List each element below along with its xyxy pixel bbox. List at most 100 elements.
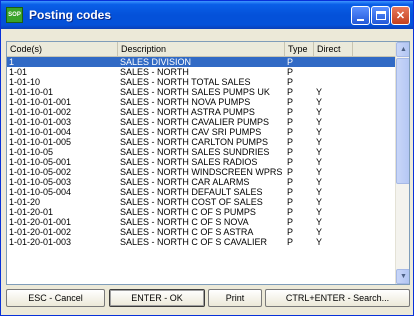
- cancel-button[interactable]: ESC - Cancel: [6, 289, 105, 307]
- direct-cell: Y: [316, 87, 323, 97]
- code-cell: 1-01: [9, 67, 28, 77]
- direct-cell: Y: [316, 237, 323, 247]
- vertical-scrollbar[interactable]: ▲ ▼: [395, 42, 409, 284]
- table-row[interactable]: 1-01-10-01 SALES - NORTH SALES PUMPS UK P Y: [7, 87, 395, 97]
- table-row-selected[interactable]: 1 SALES DIVISION P: [7, 57, 395, 67]
- direct-cell: Y: [316, 227, 323, 237]
- table-row[interactable]: 1-01-10-01-003 SALES - NORTH CAVALIER PUM…: [7, 117, 395, 127]
- scroll-up-button[interactable]: ▲: [396, 42, 409, 57]
- direct-cell: [314, 67, 353, 77]
- type-cell: P: [287, 97, 294, 107]
- code-cell: 1-01-10-05-002: [9, 167, 72, 177]
- window-title: Posting codes: [29, 8, 112, 22]
- row-filler: [353, 87, 395, 97]
- table-row[interactable]: 1-01-10-05-004 SALES - NORTH DEFAULT SALE…: [7, 187, 395, 197]
- column-header-type[interactable]: Type: [285, 42, 314, 57]
- description-cell: SALES - NORTH CARLTON PUMPS: [120, 137, 269, 147]
- maximize-button[interactable]: [371, 6, 390, 25]
- ok-button[interactable]: ENTER - OK: [109, 289, 205, 307]
- description-cell: SALES - NORTH CAVALIER PUMPS: [120, 117, 270, 127]
- scroll-down-button[interactable]: ▼: [396, 269, 409, 284]
- row-filler: [353, 227, 395, 237]
- column-header-codes[interactable]: Code(s): [7, 42, 118, 57]
- column-header-description[interactable]: Description: [118, 42, 285, 57]
- description-cell: SALES - NORTH CAR ALARMS: [120, 177, 250, 187]
- table-row[interactable]: 1-01-10-05 SALES - NORTH SALES SUNDRIES P Y: [7, 147, 395, 157]
- type-cell: P: [287, 217, 294, 227]
- description-cell: SALES - NORTH C OF S ASTRA: [120, 227, 254, 237]
- list-header: Code(s) Description Type Direct: [7, 42, 395, 57]
- direct-cell: Y: [316, 127, 323, 137]
- search-button[interactable]: CTRL+ENTER - Search...: [265, 289, 410, 307]
- chevron-up-icon: ▲: [400, 46, 407, 53]
- close-button[interactable]: ✕: [391, 6, 410, 25]
- row-filler: [353, 107, 395, 117]
- direct-cell: Y: [316, 177, 323, 187]
- row-filler: [353, 177, 395, 187]
- direct-cell: Y: [316, 187, 323, 197]
- table-row[interactable]: 1-01-10-01-002 SALES - NORTH ASTRA PUMPS P…: [7, 107, 395, 117]
- type-cell: P: [287, 177, 294, 187]
- description-cell: SALES - NORTH TOTAL SALES: [120, 77, 251, 87]
- code-cell: 1-01-10-01-004: [9, 127, 72, 137]
- posting-codes-window: SOP Posting codes ✕ Code(s) Description …: [0, 0, 414, 316]
- direct-cell: Y: [316, 137, 323, 147]
- code-cell: 1-01-10-01-003: [9, 117, 72, 127]
- type-cell: P: [287, 167, 294, 177]
- table-row[interactable]: 1-01-10-01-005 SALES - NORTH CARLTON PUMP…: [7, 137, 395, 147]
- table-row[interactable]: 1-01 SALES - NORTH P: [7, 67, 395, 77]
- table-row[interactable]: 1-01-10-05-003 SALES - NORTH CAR ALARMS P Y: [7, 177, 395, 187]
- table-row[interactable]: 1-01-10-05-002 SALES - NORTH WINDSCREEN W…: [7, 167, 395, 177]
- code-cell: 1-01-10-01-001: [9, 97, 72, 107]
- code-cell: 1-01-10-05: [9, 147, 54, 157]
- row-filler: [353, 57, 395, 67]
- row-filler: [353, 207, 395, 217]
- column-header-filler: [353, 42, 395, 57]
- list-rows: 1 SALES DIVISION P 1-01 SALES - NORTH P 1-01-1…: [7, 57, 395, 247]
- row-filler: [353, 97, 395, 107]
- minimize-icon: [357, 18, 364, 21]
- table-row[interactable]: 1-01-20-01-001 SALES - NORTH C OF S NOVA P…: [7, 217, 395, 227]
- column-header-direct[interactable]: Direct: [314, 42, 353, 57]
- code-cell: 1-01-20: [9, 197, 41, 207]
- minimize-button[interactable]: [351, 6, 370, 25]
- table-row[interactable]: 1-01-10 SALES - NORTH TOTAL SALES P: [7, 77, 395, 87]
- row-filler: [353, 187, 395, 197]
- code-cell: 1-01-10-01-005: [9, 137, 72, 147]
- app-icon: SOP: [6, 7, 23, 23]
- table-row[interactable]: 1-01-20-01-002 SALES - NORTH C OF S ASTRA…: [7, 227, 395, 237]
- table-row[interactable]: 1-01-20-01 SALES - NORTH C OF S PUMPS P Y: [7, 207, 395, 217]
- row-filler: [353, 147, 395, 157]
- description-cell: SALES - NORTH NOVA PUMPS: [120, 97, 251, 107]
- posting-codes-list[interactable]: Code(s) Description Type Direct 1 SALES D…: [6, 41, 410, 285]
- type-cell: P: [287, 87, 294, 97]
- table-row[interactable]: 1-01-10-01-001 SALES - NORTH NOVA PUMPS P Y: [7, 97, 395, 107]
- code-cell: 1: [9, 57, 15, 67]
- type-cell: P: [287, 107, 294, 117]
- direct-cell: Y: [316, 107, 323, 117]
- description-cell: SALES - NORTH ASTRA PUMPS: [120, 107, 255, 117]
- direct-cell: Y: [316, 197, 323, 207]
- direct-cell: Y: [316, 217, 323, 227]
- row-filler: [353, 217, 395, 227]
- code-cell: 1-01-10-05-001: [9, 157, 72, 167]
- row-filler: [353, 137, 395, 147]
- table-row[interactable]: 1-01-10-05-001 SALES - NORTH SALES RADIOS…: [7, 157, 395, 167]
- description-cell: SALES - NORTH C OF S CAVALIER: [120, 237, 268, 247]
- table-row[interactable]: 1-01-10-01-004 SALES - NORTH CAV SRI PUMP…: [7, 127, 395, 137]
- print-button[interactable]: Print: [208, 289, 262, 307]
- row-filler: [353, 67, 395, 77]
- scroll-thumb[interactable]: [396, 58, 409, 184]
- table-row[interactable]: 1-01-20-01-003 SALES - NORTH C OF S CAVAL…: [7, 237, 395, 247]
- type-cell: P: [287, 197, 294, 207]
- description-cell: SALES - NORTH C OF S PUMPS: [120, 207, 256, 217]
- type-cell: P: [287, 237, 294, 247]
- title-bar[interactable]: SOP Posting codes ✕: [1, 1, 413, 29]
- row-filler: [353, 167, 395, 177]
- direct-cell: Y: [316, 207, 323, 217]
- code-cell: 1-01-20-01: [9, 207, 54, 217]
- type-cell: P: [287, 207, 294, 217]
- table-row[interactable]: 1-01-20 SALES - NORTH COST OF SALES P Y: [7, 197, 395, 207]
- direct-cell: Y: [316, 147, 323, 157]
- row-filler: [353, 237, 395, 247]
